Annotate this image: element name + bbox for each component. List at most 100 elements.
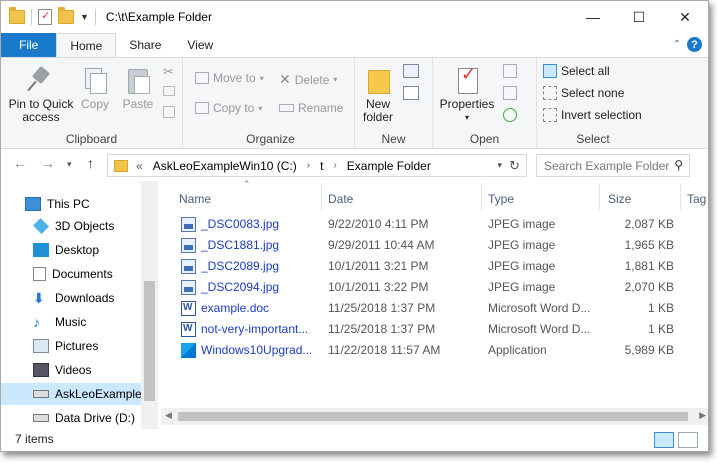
properties-icon[interactable] xyxy=(38,9,52,25)
scroll-left-icon[interactable]: ◀ xyxy=(165,410,172,421)
column-header-tags[interactable]: Tag xyxy=(687,187,706,211)
help-icon[interactable]: ? xyxy=(687,37,702,52)
select-none-label: Select none xyxy=(561,86,625,100)
column-divider[interactable] xyxy=(680,183,681,211)
file-type: JPEG image xyxy=(488,280,556,294)
paste-shortcut-icon[interactable] xyxy=(163,106,175,118)
nav-item-label: Music xyxy=(55,315,87,329)
file-name[interactable]: _DSC2094.jpg xyxy=(201,280,319,294)
file-name[interactable]: _DSC0083.jpg xyxy=(201,217,319,231)
close-button[interactable]: ✕ xyxy=(662,1,708,33)
file-date: 9/29/2011 10:44 AM xyxy=(328,238,435,252)
nav-item-videos[interactable]: Videos xyxy=(1,359,141,381)
tab-file[interactable]: File xyxy=(1,33,57,57)
copy-label: Copy xyxy=(80,97,109,111)
invert-selection-button[interactable]: Invert selection xyxy=(543,108,642,122)
table-row[interactable]: _DSC0083.jpg 9/22/2010 4:11 PM JPEG imag… xyxy=(177,214,677,235)
address-segment-t[interactable]: t xyxy=(320,159,323,173)
table-row[interactable]: not-very-important... 11/25/2018 1:37 PM… xyxy=(177,319,677,340)
select-none-button[interactable]: Select none xyxy=(543,86,624,100)
pin-to-quick-access-button[interactable]: Pin to Quick access xyxy=(5,66,77,124)
recent-locations-chevron-icon[interactable]: ▾ xyxy=(67,159,72,170)
table-row[interactable]: _DSC1881.jpg 9/29/2011 10:44 AM JPEG ima… xyxy=(177,235,677,256)
large-icons-view-icon[interactable] xyxy=(678,432,698,448)
minimize-button[interactable]: — xyxy=(570,1,616,33)
nav-item-desktop[interactable]: Desktop xyxy=(1,239,141,261)
column-header-date[interactable]: Date xyxy=(328,187,353,211)
file-name[interactable]: Windows10Upgrad... xyxy=(201,343,319,357)
file-name[interactable]: not-very-important... xyxy=(201,322,319,336)
nav-scrollbar-thumb[interactable] xyxy=(144,281,155,401)
table-row[interactable]: _DSC2089.jpg 10/1/2011 3:21 PM JPEG imag… xyxy=(177,256,677,277)
maximize-button[interactable]: ☐ xyxy=(616,1,662,33)
column-header-name[interactable]: Name xyxy=(179,187,211,211)
table-row[interactable]: _DSC2094.jpg 10/1/2011 3:22 PM JPEG imag… xyxy=(177,277,677,298)
nav-item-pictures[interactable]: Pictures xyxy=(1,335,141,357)
new-item-icon[interactable] xyxy=(403,64,419,78)
history-icon[interactable] xyxy=(503,108,517,122)
easy-access-icon[interactable] xyxy=(403,86,419,100)
customize-qat-dropdown-icon[interactable]: ▼ xyxy=(80,12,89,22)
back-arrow-icon[interactable]: ← xyxy=(13,155,27,171)
forward-arrow-icon[interactable]: → xyxy=(41,155,55,171)
new-folder-icon[interactable] xyxy=(58,7,74,24)
address-overflow[interactable]: « xyxy=(136,159,143,173)
tab-view[interactable]: View xyxy=(174,33,226,57)
nav-item-music[interactable]: ♪ Music xyxy=(1,311,141,333)
tab-share[interactable]: Share xyxy=(116,33,174,57)
clipboard-label: Clipboard xyxy=(65,132,118,146)
column-divider[interactable] xyxy=(321,183,322,211)
tab-home[interactable]: Home xyxy=(56,33,117,57)
up-arrow-icon[interactable]: ↑ xyxy=(87,155,94,171)
address-dropdown-icon[interactable]: ▾ xyxy=(497,160,502,171)
file-name[interactable]: _DSC2089.jpg xyxy=(201,259,319,273)
cut-icon[interactable]: ✂ xyxy=(163,64,179,80)
nav-item-drive-d[interactable]: Data Drive (D:) xyxy=(1,407,141,429)
column-divider[interactable] xyxy=(481,183,482,211)
edit-icon[interactable] xyxy=(503,86,517,100)
move-to-button[interactable]: Move to ▾ xyxy=(195,71,264,85)
nav-item-drive-c[interactable]: AskLeoExampleW xyxy=(1,383,156,405)
file-date: 9/22/2010 4:11 PM xyxy=(328,217,429,231)
details-view-icon[interactable] xyxy=(654,432,674,448)
collapse-ribbon-icon[interactable]: ⌃ xyxy=(673,39,681,50)
refresh-icon[interactable]: ↻ xyxy=(509,158,520,174)
nav-item-downloads[interactable]: ⬇ Downloads xyxy=(1,287,141,309)
copy-to-button[interactable]: Copy to ▾ xyxy=(195,101,262,115)
horizontal-scrollbar[interactable]: ◀ ▶ xyxy=(161,408,708,425)
copy-path-icon[interactable] xyxy=(163,86,175,96)
invert-selection-label: Invert selection xyxy=(561,108,642,122)
nav-item-documents[interactable]: Documents xyxy=(1,263,141,285)
column-header-type[interactable]: Type xyxy=(488,187,514,211)
file-name[interactable]: _DSC1881.jpg xyxy=(201,238,319,252)
chevron-right-icon[interactable]: › xyxy=(333,160,336,171)
nav-item-3d-objects[interactable]: 3D Objects xyxy=(1,215,141,237)
address-bar[interactable]: « AskLeoExampleWin10 (C:) › t › Example … xyxy=(107,154,527,177)
chevron-right-icon[interactable]: › xyxy=(307,160,310,171)
nav-scrollbar[interactable] xyxy=(141,181,158,429)
new-folder-icon xyxy=(364,66,392,94)
nav-item-this-pc[interactable]: This PC xyxy=(1,193,141,215)
open-icon[interactable] xyxy=(503,64,517,78)
column-divider[interactable] xyxy=(599,183,600,211)
table-row[interactable]: Windows10Upgrad... 11/22/2018 11:57 AM A… xyxy=(177,340,677,361)
search-input[interactable]: Search Example Folder ⚲ xyxy=(536,154,690,177)
column-header-size[interactable]: Size xyxy=(608,187,631,211)
folder-icon xyxy=(9,7,25,24)
rename-button[interactable]: Rename xyxy=(279,101,343,115)
file-type: Microsoft Word D... xyxy=(488,301,591,315)
paste-button[interactable]: Paste xyxy=(119,66,157,111)
new-folder-button[interactable]: New folder xyxy=(359,66,397,124)
delete-button[interactable]: ✕ Delete ▾ xyxy=(279,71,337,88)
horizontal-scrollbar-thumb[interactable] xyxy=(178,412,688,421)
search-placeholder: Search Example Folder xyxy=(544,158,670,173)
folder-icon xyxy=(114,159,128,172)
file-name[interactable]: example.doc xyxy=(201,301,319,315)
scroll-right-icon[interactable]: ▶ xyxy=(699,410,706,421)
address-segment-folder[interactable]: Example Folder xyxy=(347,159,431,173)
properties-button[interactable]: Properties ▾ xyxy=(437,66,497,124)
table-row[interactable]: example.doc 11/25/2018 1:37 PM Microsoft… xyxy=(177,298,677,319)
copy-button[interactable]: Copy xyxy=(77,66,113,111)
address-segment-drive[interactable]: AskLeoExampleWin10 (C:) xyxy=(153,159,297,173)
select-all-button[interactable]: Select all xyxy=(543,64,610,78)
